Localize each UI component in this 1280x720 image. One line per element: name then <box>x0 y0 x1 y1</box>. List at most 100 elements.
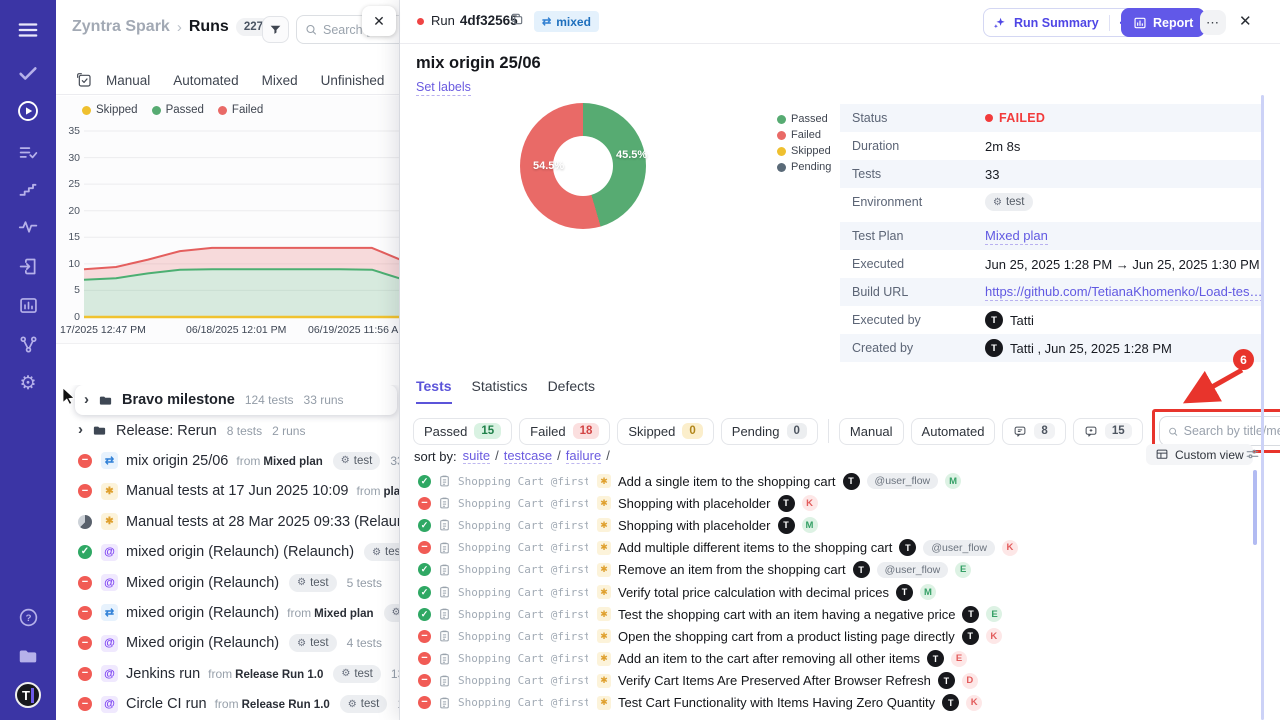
test-row[interactable]: Shopping Cart @first… Shopping with plac… <box>400 492 1260 514</box>
menu-icon[interactable] <box>0 15 56 45</box>
test-row[interactable]: Shopping Cart @first… Open the shopping … <box>400 625 1260 647</box>
runs-type-tab[interactable]: Automated <box>173 73 238 88</box>
run-row[interactable]: Mixed origin (Relaunch) test 4 tests <box>56 628 400 658</box>
detail-value: 33 <box>985 167 999 182</box>
check-icon[interactable] <box>0 58 56 88</box>
status-filter-chip[interactable]: Passed 15 <box>413 418 512 445</box>
environment-chip: test <box>289 634 337 652</box>
runs-type-tab[interactable]: Mixed <box>262 73 298 88</box>
run-row[interactable]: Mixed origin (Relaunch) test 5 tests <box>56 567 400 597</box>
scrollbar-thumb[interactable] <box>1253 470 1257 545</box>
set-labels-link[interactable]: Set labels <box>416 80 471 96</box>
run-row[interactable]: Jenkins run fromRelease Run 1.0 test 13 … <box>56 659 400 689</box>
testcase-icon <box>438 674 451 688</box>
run-row[interactable]: Manual tests at 28 Mar 2025 09:33 (Relau… <box>56 507 400 537</box>
tests-search-input[interactable] <box>1184 424 1280 438</box>
breadcrumb-app[interactable]: Zyntra Spark <box>72 18 170 36</box>
chevron-right-icon[interactable]: › <box>84 391 89 408</box>
testcase-icon <box>438 541 451 555</box>
test-status-icon <box>418 674 431 687</box>
test-row[interactable]: Shopping Cart @first… Test Cart Function… <box>400 692 1260 714</box>
bar-chart-icon[interactable] <box>0 290 56 320</box>
report-button[interactable]: Report <box>1121 8 1205 37</box>
detail-value: test <box>985 193 1033 211</box>
scrollbar-track[interactable] <box>1261 95 1264 720</box>
run-status-icon <box>78 454 92 468</box>
test-title[interactable]: Add multiple different items to the shop… <box>618 540 892 555</box>
enter-icon[interactable] <box>0 251 56 281</box>
run-summary-button[interactable]: Run Summary ⋯ <box>983 8 1143 37</box>
run-name: Circle CI run <box>126 696 207 712</box>
copy-icon[interactable] <box>510 12 524 26</box>
test-title[interactable]: Verify total price calculation with deci… <box>618 585 889 600</box>
branch-icon[interactable] <box>0 329 56 359</box>
run-row[interactable]: › Release: Rerun 8 tests 2 runs <box>56 415 400 445</box>
environment-chip: test <box>333 452 381 470</box>
sidebar-user-avatar[interactable]: T <box>0 680 56 710</box>
detail-link[interactable]: https://github.com/TetianaKhomenko/Load-… <box>985 284 1263 301</box>
comments-filter-chip[interactable]: 8 <box>1002 418 1065 445</box>
manual-test-icon <box>597 563 611 577</box>
run-row[interactable]: Circle CI run fromRelease Run 1.0 test 1… <box>56 689 400 719</box>
test-title[interactable]: Add a single item to the shopping cart <box>618 474 836 489</box>
steps-icon[interactable] <box>0 174 56 204</box>
select-all-icon[interactable] <box>76 72 92 88</box>
sort-option-link[interactable]: suite <box>463 448 490 464</box>
list-check-icon[interactable] <box>0 137 56 167</box>
sort-option-link[interactable]: testcase <box>504 448 552 464</box>
help-icon[interactable]: ? <box>0 602 56 632</box>
gear-icon[interactable]: ⚙ <box>0 368 56 398</box>
close-icon[interactable]: ✕ <box>1239 12 1252 30</box>
status-filter-chip[interactable]: Skipped 0 <box>617 418 713 445</box>
test-title[interactable]: Test Cart Functionality with Items Havin… <box>618 695 935 710</box>
play-circle-icon[interactable] <box>0 96 56 126</box>
test-row[interactable]: Shopping Cart @first… Add a single item … <box>400 470 1260 492</box>
run-row[interactable]: mix origin 25/06 fromMixed plan test 33 … <box>56 446 400 476</box>
test-title[interactable]: Verify Cart Items Are Preserved After Br… <box>618 673 931 688</box>
drawer-float-close-button[interactable]: ✕ <box>362 6 396 36</box>
test-row[interactable]: Shopping Cart @first… Add an item to the… <box>400 648 1260 670</box>
test-row[interactable]: Shopping Cart @first… Verify Cart Items … <box>400 670 1260 692</box>
test-title[interactable]: Shopping with placeholder <box>618 496 771 511</box>
run-row[interactable]: Manual tests at 17 Jun 2025 10:09 frompl… <box>56 476 400 506</box>
test-title[interactable]: Remove an item from the shopping cart <box>618 562 846 577</box>
test-title[interactable]: Open the shopping cart from a product li… <box>618 629 955 644</box>
type-filter-chip[interactable]: Manual <box>839 418 904 445</box>
test-row[interactable]: Shopping Cart @first… Test the shopping … <box>400 603 1260 625</box>
run-row[interactable]: › Bravo milestone 124 tests 33 runs <box>75 385 397 415</box>
manual-test-icon <box>597 674 611 688</box>
custom-view-button[interactable]: Custom view <box>1146 444 1253 465</box>
detail-link[interactable]: Mixed plan <box>985 228 1048 245</box>
type-filter-chip[interactable]: Automated <box>911 418 996 445</box>
sliders-icon[interactable] <box>1245 447 1260 466</box>
avatar-letter: T <box>22 688 34 703</box>
test-row[interactable]: Shopping Cart @first… Verify total price… <box>400 581 1260 603</box>
user-avatar: T <box>985 339 1003 357</box>
chevron-right-icon[interactable]: › <box>78 421 83 438</box>
runs-type-tab[interactable]: Manual <box>106 73 150 88</box>
detail-tab[interactable]: Tests <box>416 378 452 404</box>
assignee-avatar: T <box>962 628 979 645</box>
test-title[interactable]: Shopping with placeholder <box>618 518 771 533</box>
projects-icon[interactable] <box>0 641 56 671</box>
assignee-avatar: T <box>778 517 795 534</box>
run-row[interactable]: mixed origin (Relaunch) (Relaunch) test <box>56 537 400 567</box>
detail-label: Executed <box>852 257 985 271</box>
status-filter-chip[interactable]: Pending 0 <box>721 418 818 445</box>
test-status-icon <box>418 652 431 665</box>
sort-option-link[interactable]: failure <box>566 448 601 464</box>
detail-tab[interactable]: Statistics <box>472 378 528 404</box>
filter-button[interactable] <box>262 16 289 43</box>
test-row[interactable]: Shopping Cart @first… Shopping with plac… <box>400 514 1260 536</box>
test-title[interactable]: Test the shopping cart with an item havi… <box>618 607 955 622</box>
detail-tab[interactable]: Defects <box>548 378 595 404</box>
pulse-icon[interactable] <box>0 211 56 241</box>
runs-type-tab[interactable]: Unfinished <box>321 73 385 88</box>
test-row[interactable]: Shopping Cart @first… Add multiple diffe… <box>400 537 1260 559</box>
more-actions-button[interactable]: ⋯ <box>1200 10 1226 35</box>
run-row[interactable]: mixed origin (Relaunch) fromMixed plan t… <box>56 598 400 628</box>
status-filter-chip[interactable]: Failed 18 <box>519 418 610 445</box>
test-title[interactable]: Add an item to the cart after removing a… <box>618 651 920 666</box>
comments-add-filter-chip[interactable]: 15 <box>1073 418 1143 445</box>
test-row[interactable]: Shopping Cart @first… Remove an item fro… <box>400 559 1260 581</box>
